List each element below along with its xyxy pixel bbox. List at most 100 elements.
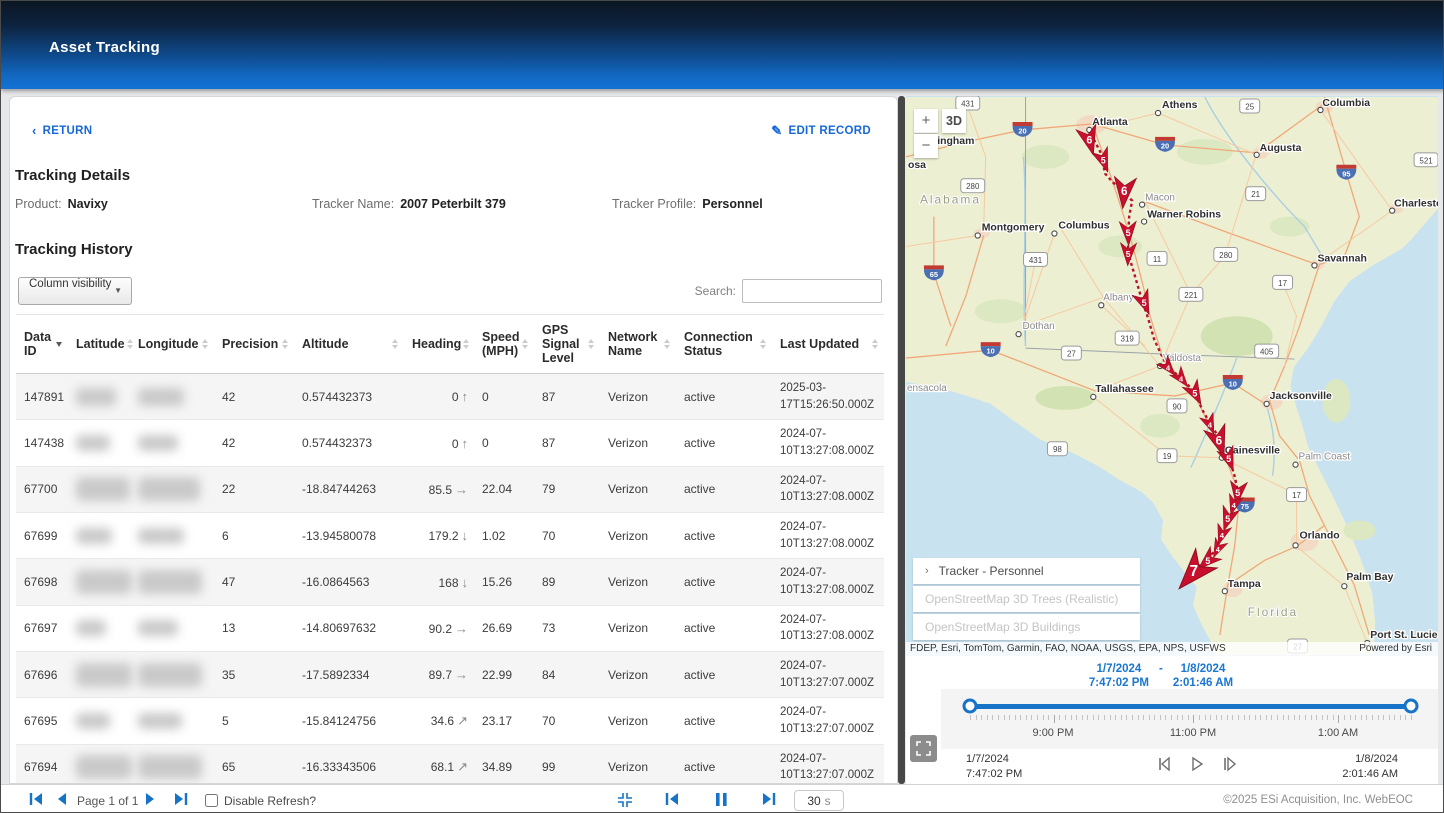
expand-button[interactable]: [910, 735, 937, 762]
page-first-button[interactable]: [29, 792, 44, 809]
step-back-icon: [1154, 754, 1174, 774]
column-header-inner: Longitude: [138, 337, 208, 351]
step-forward-button[interactable]: [1220, 754, 1240, 776]
table-row[interactable]: 6770022-18.8474426385.5→22.0479Verizonac…: [16, 466, 884, 512]
column-header-inner: Altitude: [302, 337, 398, 351]
disable-refresh-checkbox[interactable]: [205, 794, 218, 807]
time-slider-panel: 1/7/20247:47:02 PM - 1/8/20242:01:46 AM …: [906, 656, 1438, 784]
city-label-port-st-lucie: Port St. Lucie: [1370, 630, 1438, 641]
tick-mark: [1004, 715, 1005, 720]
cell-gps-signal: 89: [534, 559, 600, 605]
shield-label: 20: [1161, 141, 1169, 150]
redacted-blur: [76, 755, 132, 779]
table-row[interactable]: 676996-13.94580078179.2↓1.0270Verizonact…: [16, 513, 884, 559]
column-header-longitude[interactable]: Longitude: [130, 315, 214, 374]
column-visibility-button[interactable]: Column visibility▼: [18, 277, 132, 305]
sort-up-arrow: [760, 339, 766, 343]
page-last-icon: [173, 792, 188, 806]
column-header-network-name[interactable]: Network Name: [600, 315, 676, 374]
layer-item-tracker[interactable]: ›Tracker - Personnel: [913, 558, 1140, 584]
column-label: Precision: [222, 337, 278, 351]
column-header-connection-status[interactable]: Connection Status: [676, 315, 772, 374]
time-range-readout: 1/7/20247:47:02 PM - 1/8/20242:01:46 AM: [1036, 662, 1286, 691]
heading-direction-icon: ↑: [462, 436, 469, 451]
page-last-button[interactable]: [173, 792, 188, 809]
page-next-button[interactable]: [145, 792, 157, 809]
page-prev-button[interactable]: [55, 792, 67, 809]
scrollbar-thumb[interactable]: [898, 96, 905, 784]
timeline-pause-button[interactable]: [715, 792, 728, 810]
column-header-last-updated[interactable]: Last Updated: [772, 315, 884, 374]
table-row[interactable]: 6769465-16.3334350668.1↗34.8999Verizonac…: [16, 744, 884, 784]
tick-mark: [1378, 715, 1379, 720]
cell-altitude: -14.80697632: [294, 605, 404, 651]
sort-up-arrow: [872, 339, 878, 343]
table-row[interactable]: 147438420.5744323730↑087Verizonactive202…: [16, 420, 884, 466]
time-slider-track[interactable]: [970, 704, 1411, 709]
return-button[interactable]: ‹RETURN: [32, 123, 92, 138]
route-shield-us-21: 21: [1246, 187, 1266, 201]
table-row[interactable]: 676955-15.8412475634.6↗23.1770Verizonact…: [16, 698, 884, 744]
shield-label: 10: [1229, 379, 1237, 388]
page-prev-icon: [55, 792, 67, 806]
column-header-gps-signal-level[interactable]: GPS Signal Level: [534, 315, 600, 374]
column-header-speed-mph-[interactable]: Speed (MPH): [474, 315, 534, 374]
city-dot-albany: [1099, 303, 1104, 308]
tick-mark: [1350, 715, 1351, 720]
cell-longitude-redacted: [130, 513, 214, 559]
tick-mark: [1327, 715, 1328, 720]
tracking-table-header-row: Data IDLatitude Longitude Precision Altitud…: [16, 315, 884, 374]
tick-mark: [998, 715, 999, 720]
table-row[interactable]: 147891420.5744323730↑087Verizonactive202…: [16, 374, 884, 420]
collapse-panel-button[interactable]: [617, 792, 633, 811]
step-back-button[interactable]: [1154, 754, 1174, 776]
timeline-skip-start-button[interactable]: [665, 792, 680, 809]
column-header-inner: Data ID: [24, 330, 62, 358]
zoom-in-button[interactable]: +: [914, 109, 938, 133]
layer-item-3d-buildings[interactable]: OpenStreetMap 3D Buildings: [913, 614, 1140, 640]
column-label: Network Name: [608, 330, 662, 358]
page-status: Page 1 of 1: [77, 794, 138, 808]
column-label: Altitude: [302, 337, 349, 351]
tick-mark: [1283, 715, 1284, 720]
zoom-out-button[interactable]: −: [914, 134, 938, 158]
disable-refresh-label: Disable Refresh?: [224, 794, 316, 808]
arrow-count-label: 5: [1205, 556, 1210, 566]
sort-down-arrow: [760, 345, 766, 349]
tick-label: 11:00 PM: [1170, 727, 1216, 739]
city-label-savannah: Savannah: [1317, 253, 1366, 264]
route-shield-us-221: 221: [1179, 287, 1203, 301]
refresh-interval-input[interactable]: 30s: [794, 790, 844, 811]
table-row[interactable]: 6769713-14.8069763290.2→26.6973Verizonac…: [16, 605, 884, 651]
app-window: Asset Tracking ‹RETURN ✎EDIT RECORD Trac…: [0, 0, 1444, 813]
edit-record-button[interactable]: ✎EDIT RECORD: [771, 123, 871, 139]
play-button[interactable]: [1187, 754, 1207, 776]
column-header-latitude[interactable]: Latitude: [68, 315, 130, 374]
cell-altitude: -16.33343506: [294, 744, 404, 784]
city-label-warner-robins: Warner Robins: [1147, 210, 1221, 221]
redacted-blur: [138, 663, 202, 687]
table-row[interactable]: 6769847-16.0864563168↓15.2689Verizonacti…: [16, 559, 884, 605]
slider-handle-end[interactable]: [1404, 699, 1419, 714]
shield-label: 25: [1245, 103, 1254, 112]
search-input[interactable]: [742, 279, 882, 303]
arrow-count-label: 7: [1190, 563, 1198, 580]
sort-up-arrow: [588, 339, 594, 343]
cell-last-updated: 2024-07-10T13:27:08.000Z: [772, 420, 884, 466]
column-header-precision[interactable]: Precision: [214, 315, 294, 374]
route-shield-us-25: 25: [1240, 99, 1260, 113]
table-row[interactable]: 6769635-17.589233489.7→22.9984Verizonact…: [16, 652, 884, 698]
timeline-skip-end-button[interactable]: [761, 792, 776, 809]
column-header-heading[interactable]: Heading: [404, 315, 474, 374]
column-header-data-id[interactable]: Data ID: [16, 315, 68, 374]
cell-speed: 15.26: [474, 559, 534, 605]
column-header-altitude[interactable]: Altitude: [294, 315, 404, 374]
city-label-macon: Macon: [1145, 193, 1175, 204]
cell-data-id: 67695: [16, 698, 68, 744]
mode-3d-button[interactable]: 3D: [942, 109, 966, 133]
cell-precision: 13: [214, 605, 294, 651]
panel-scrollbar[interactable]: [898, 96, 905, 784]
slider-handle-start[interactable]: [963, 699, 978, 714]
arrow-count-label: 5: [1101, 155, 1106, 165]
layer-item-3d-trees[interactable]: OpenStreetMap 3D Trees (Realistic): [913, 586, 1140, 612]
